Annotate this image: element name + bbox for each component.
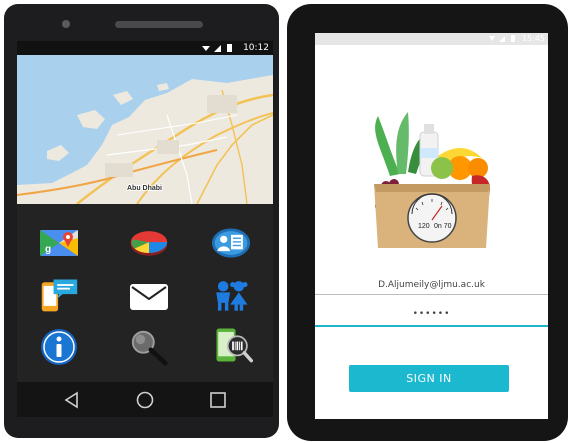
home-icon[interactable]	[134, 389, 156, 411]
grocery-bag-illustration: 120 0n 70	[360, 106, 500, 251]
wifi-signal-battery-icon	[489, 35, 515, 42]
map-view[interactable]: Abu Dhabi Abu Dhabi	[17, 55, 273, 204]
status-icons	[488, 34, 518, 45]
svg-text:g: g	[45, 244, 51, 255]
password-field[interactable]: ••••••	[315, 309, 548, 319]
app-icon-grid: g	[17, 217, 273, 377]
right-phone-screen: 15:45 120 0n 70 D.Aljumeily@ljmu.ac.uk •…	[315, 33, 548, 419]
scale-reading-1: 120	[418, 223, 430, 230]
back-icon[interactable]	[61, 389, 83, 411]
email-underline	[315, 294, 548, 295]
status-bar: 15:45	[315, 33, 548, 45]
chat-app-icon[interactable]	[39, 275, 79, 315]
scale-reading-2: 0n 70	[434, 223, 452, 230]
family-app-icon[interactable]	[211, 275, 251, 315]
left-phone: 10:12 Abu Dhabi Abu Dhabi g	[4, 4, 279, 438]
left-phone-screen: 10:12 Abu Dhabi Abu Dhabi g	[17, 41, 273, 417]
front-camera	[62, 20, 70, 28]
sign-in-button[interactable]: SIGN IN	[349, 365, 509, 392]
map-canvas: Abu Dhabi Abu Dhabi	[17, 55, 273, 204]
status-bar: 10:12	[17, 41, 273, 55]
search-app-icon[interactable]	[129, 327, 169, 367]
pie-chart-app-icon[interactable]	[129, 223, 169, 263]
navigation-bar	[17, 382, 273, 417]
email-field[interactable]: D.Aljumeily@ljmu.ac.uk	[315, 280, 548, 290]
status-time: 10:12	[243, 43, 269, 53]
status-time: 15:45	[521, 34, 545, 43]
password-underline-focused	[315, 325, 548, 327]
maps-app-icon[interactable]: g	[39, 223, 79, 263]
right-phone: 15:45 120 0n 70 D.Aljumeily@ljmu.ac.uk •…	[287, 4, 568, 441]
mail-app-icon[interactable]	[129, 277, 169, 317]
barcode-scanner-app-icon[interactable]	[213, 325, 253, 365]
earpiece-speaker	[115, 21, 203, 28]
info-app-icon[interactable]	[39, 327, 79, 367]
dietitian-app-icon[interactable]	[211, 223, 251, 263]
map-city-label: Abu Dhabi	[127, 185, 162, 192]
recents-icon[interactable]	[207, 389, 229, 411]
wifi-signal-battery-icon	[202, 44, 232, 52]
